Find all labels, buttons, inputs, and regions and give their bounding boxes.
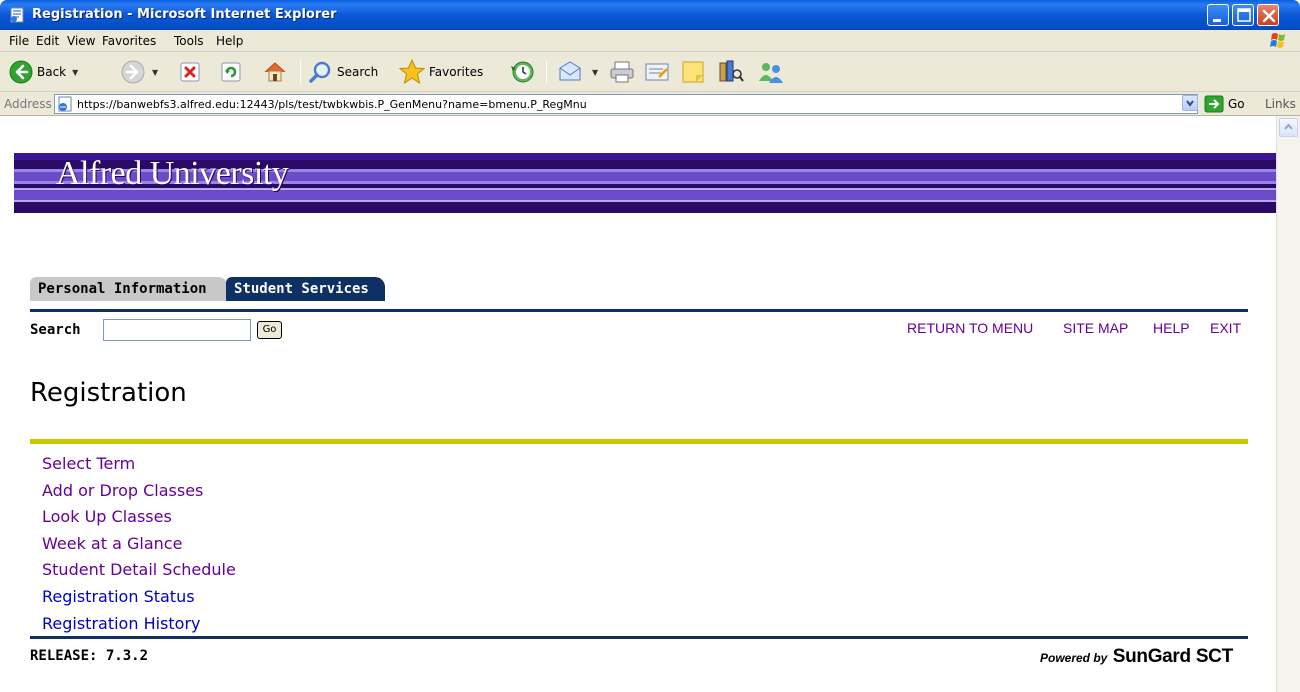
chevron-down-icon: [1186, 100, 1194, 107]
forward-button[interactable]: ▼: [120, 58, 158, 86]
search-label: Search: [30, 322, 81, 338]
favorites-star-icon: [398, 58, 426, 85]
toolbar: Back ▼ ▼ Search Favorites ▼: [0, 52, 1300, 92]
address-label: Address: [4, 97, 52, 111]
menu-favorites[interactable]: Favorites: [102, 34, 156, 48]
look-up-classes-link[interactable]: Look Up Classes: [42, 507, 172, 526]
chevron-up-icon: [1284, 123, 1293, 130]
release-version: RELEASE: 7.3.2: [30, 648, 149, 664]
mail-dropdown-icon[interactable]: ▼: [592, 68, 598, 77]
history-button[interactable]: [508, 58, 536, 86]
help-link[interactable]: HELP: [1153, 320, 1190, 336]
stop-button[interactable]: [179, 58, 201, 86]
university-logo-text[interactable]: Alfred University: [56, 155, 289, 193]
powered-by-label: Powered by: [1040, 651, 1108, 665]
address-dropdown-button[interactable]: [1182, 95, 1198, 111]
address-bar: Address https://banwebfs3.alfred.edu:124…: [0, 92, 1300, 116]
student-detail-schedule-link[interactable]: Student Detail Schedule: [42, 560, 236, 579]
week-at-a-glance-link[interactable]: Week at a Glance: [42, 534, 182, 553]
menu-edit[interactable]: Edit: [36, 34, 59, 48]
edit-document-icon: [645, 63, 669, 81]
edit-button[interactable]: [643, 58, 671, 86]
print-button[interactable]: [608, 58, 636, 86]
toolbar-separator: [300, 60, 301, 84]
section-divider: [30, 439, 1248, 444]
windows-logo-icon: [1270, 33, 1285, 48]
go-label: Go: [1228, 97, 1245, 111]
registration-history-link[interactable]: Registration History: [42, 614, 201, 633]
maximize-icon: [1237, 8, 1251, 22]
registration-status-link[interactable]: Registration Status: [42, 587, 195, 606]
forward-arrow-icon: [121, 60, 145, 84]
refresh-button[interactable]: [220, 58, 242, 86]
select-term-link[interactable]: Select Term: [42, 454, 135, 473]
ie-page-icon: [58, 96, 72, 112]
tab-student-services[interactable]: Student Services: [226, 277, 385, 301]
search-go-button[interactable]: Go: [257, 321, 282, 339]
menu-view[interactable]: View: [67, 34, 95, 48]
window-title: Registration - Microsoft Internet Explor…: [32, 7, 337, 22]
printer-icon: [610, 61, 634, 83]
search-input[interactable]: [103, 319, 251, 341]
go-button[interactable]: Go: [1204, 95, 1245, 113]
tab-divider: [30, 309, 1248, 312]
menu-file[interactable]: File: [9, 34, 29, 48]
address-input[interactable]: https://banwebfs3.alfred.edu:12443/pls/t…: [54, 94, 1198, 114]
return-to-menu-link[interactable]: RETURN TO MENU: [907, 320, 1033, 336]
messenger-people-icon: [759, 63, 783, 83]
search-icon: [309, 61, 331, 83]
tab-personal-information[interactable]: Personal Information: [30, 277, 228, 301]
back-arrow-icon: [9, 60, 33, 84]
mail-icon: [559, 61, 581, 81]
research-books-icon: [719, 60, 744, 82]
add-drop-classes-link[interactable]: Add or Drop Classes: [42, 481, 203, 500]
home-icon: [264, 62, 286, 82]
footer-divider: [30, 636, 1248, 639]
window-title-bar[interactable]: Registration - Microsoft Internet Explor…: [0, 0, 1300, 30]
tab-label: Student Services: [234, 281, 369, 297]
powered-by-logo: Powered by SunGard SCT: [1040, 646, 1233, 668]
research-button[interactable]: [716, 58, 744, 86]
site-map-link[interactable]: SITE MAP: [1063, 320, 1128, 336]
history-clock-icon: [511, 61, 534, 83]
menu-tools[interactable]: Tools: [174, 34, 204, 48]
messenger-button[interactable]: [755, 58, 787, 86]
university-banner: Alfred University: [14, 153, 1276, 213]
forward-dropdown-icon[interactable]: ▼: [152, 68, 158, 77]
favorites-button[interactable]: Favorites: [398, 58, 483, 86]
vendor-name: SunGard SCT: [1112, 646, 1234, 667]
sticky-note-icon: [682, 61, 704, 83]
favorites-label: Favorites: [429, 65, 484, 79]
back-label: Back: [37, 65, 67, 79]
back-dropdown-icon[interactable]: ▼: [72, 68, 78, 77]
stop-icon: [180, 62, 200, 82]
minimize-button[interactable]: [1207, 4, 1229, 26]
discuss-button[interactable]: [681, 58, 705, 86]
address-url: https://banwebfs3.alfred.edu:12443/pls/t…: [77, 98, 587, 111]
tab-label: Personal Information: [38, 281, 207, 297]
ie-page-icon: [10, 7, 24, 23]
home-button[interactable]: [262, 58, 288, 86]
search-toolbar-label: Search: [337, 65, 379, 79]
toolbar-separator: [546, 60, 547, 84]
maximize-button[interactable]: [1232, 4, 1254, 26]
menu-bar: File Edit View Favorites Tools Help: [0, 30, 1300, 52]
close-icon: [1262, 9, 1276, 23]
exit-link[interactable]: EXIT: [1210, 320, 1241, 336]
close-button[interactable]: [1257, 4, 1279, 26]
mail-button[interactable]: ▼: [556, 58, 598, 86]
scroll-up-button[interactable]: [1279, 118, 1298, 137]
search-toolbar-button[interactable]: Search: [308, 58, 378, 86]
page-title: Registration: [30, 378, 187, 408]
minimize-icon: [1213, 19, 1221, 22]
refresh-icon: [221, 62, 241, 82]
links-toolbar[interactable]: Links: [1265, 97, 1296, 111]
back-button[interactable]: Back ▼: [8, 58, 78, 86]
vertical-scrollbar[interactable]: [1276, 116, 1300, 692]
menu-help[interactable]: Help: [216, 34, 243, 48]
go-arrow-icon: [1204, 95, 1224, 113]
